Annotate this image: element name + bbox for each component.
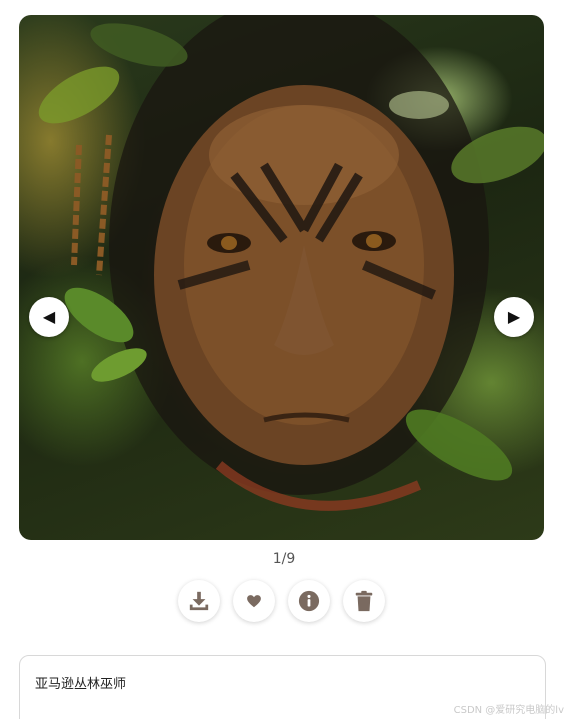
watermark-text: CSDN @爱研究电脑的lv: [453, 705, 564, 716]
triangle-left-icon: ◀: [42, 309, 56, 326]
next-image-button[interactable]: ▶: [494, 297, 534, 337]
info-icon: [298, 590, 320, 612]
info-button[interactable]: [288, 580, 330, 622]
like-button[interactable]: [233, 580, 275, 622]
trash-icon: [355, 590, 373, 612]
previous-image-button[interactable]: ◀: [29, 297, 69, 337]
image-counter: 1/9: [272, 551, 296, 567]
image-caption: 亚马逊丛林巫师: [35, 677, 127, 692]
gallery-image: [38, 15, 544, 511]
image-viewer: ◀ ▶: [19, 15, 544, 540]
delete-button[interactable]: [343, 580, 385, 622]
download-button[interactable]: [178, 580, 220, 622]
triangle-right-icon: ▶: [507, 309, 521, 326]
download-icon: [189, 591, 209, 611]
heart-icon: [247, 595, 261, 608]
